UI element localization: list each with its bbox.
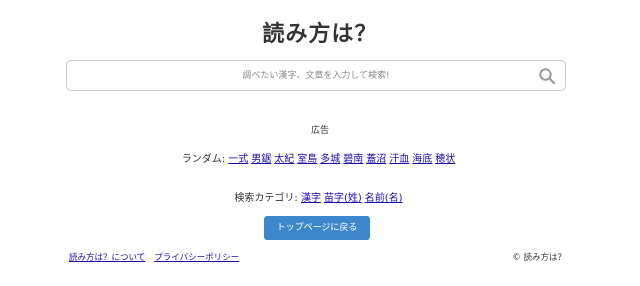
random-link[interactable]: 室島 xyxy=(297,154,317,165)
search-box[interactable] xyxy=(66,60,566,91)
random-link[interactable]: 男鋸 xyxy=(251,154,271,165)
copyright: © 読み方は？ xyxy=(512,253,566,263)
search-icon[interactable] xyxy=(538,67,556,85)
random-link[interactable]: 蓋沼 xyxy=(366,154,386,165)
top-page-button[interactable]: トップページに戻る xyxy=(264,216,370,240)
category-link-given-name[interactable]: 名前(名) xyxy=(365,193,403,204)
random-link[interactable]: 多城 xyxy=(320,154,340,165)
random-link[interactable]: 太紀 xyxy=(274,154,294,165)
footer-links: 読み方は？について プライバシーポリシー xyxy=(69,251,248,263)
search-input[interactable] xyxy=(67,61,565,90)
category-label: 検索カテゴリ: xyxy=(234,193,301,204)
about-link[interactable]: 読み方は？について xyxy=(69,253,145,263)
random-words: ランダム: 一式 男鋸 太紀 室島 多城 碧南 蓋沼 汗血 海底 穂状 xyxy=(0,150,640,165)
ad-label: 広告 xyxy=(310,126,329,136)
random-link[interactable]: 海底 xyxy=(412,154,432,165)
random-link[interactable]: 一式 xyxy=(228,154,248,165)
category-link-kanji[interactable]: 漢字 xyxy=(301,193,321,204)
random-link[interactable]: 碧南 xyxy=(343,154,363,165)
page-title: 読み方は？ xyxy=(262,22,378,47)
search-categories: 検索カテゴリ: 漢字 苗字(姓) 名前(名) xyxy=(0,189,640,204)
random-link[interactable]: 汗血 xyxy=(389,154,409,165)
random-label: ランダム: xyxy=(181,154,229,165)
privacy-policy-link[interactable]: プライバシーポリシー xyxy=(154,253,239,263)
random-link[interactable]: 穂状 xyxy=(435,154,455,165)
category-link-surname[interactable]: 苗字(姓) xyxy=(324,193,362,204)
